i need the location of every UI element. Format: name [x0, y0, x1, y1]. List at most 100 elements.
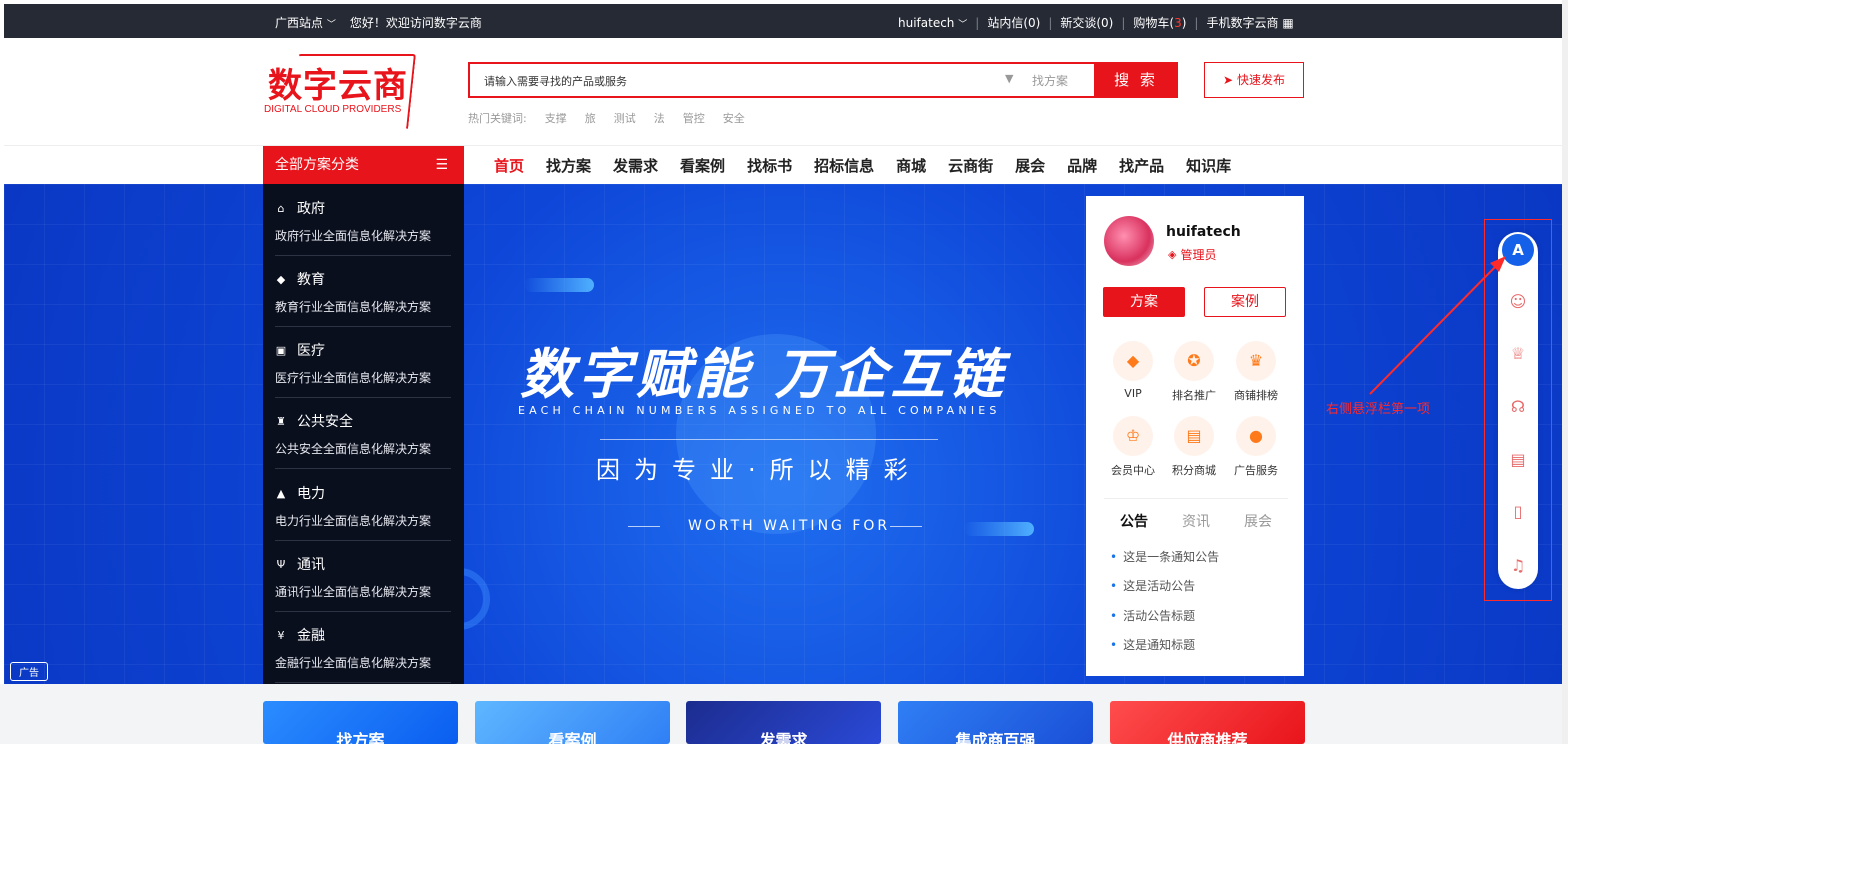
headset-icon[interactable]: ☊	[1502, 391, 1534, 423]
police-icon: ♜	[276, 414, 286, 428]
cases-tab-button[interactable]: 案例	[1204, 287, 1286, 317]
bullet-icon: •	[1110, 609, 1118, 623]
category-item[interactable]: ♜ 公共安全 公共安全全面信息化解决方案	[275, 397, 451, 469]
search-button[interactable]: 搜 索	[1094, 62, 1178, 98]
phone-icon[interactable]: ▯	[1502, 496, 1534, 528]
logo-icon[interactable]: A	[1502, 234, 1534, 266]
category-item[interactable]: Ψ 通讯 通讯行业全面信息化解决方案	[275, 540, 451, 612]
solutions-tab-button[interactable]: 方案	[1103, 287, 1185, 317]
feature-member-center[interactable]: ♔ 会员中心	[1103, 416, 1163, 478]
user-icon[interactable]: ☺	[1502, 286, 1534, 318]
nav-products[interactable]: 找产品	[1119, 155, 1164, 176]
user-menu[interactable]: huifatech ﹀	[898, 16, 967, 30]
plus-crown-icon[interactable]: ♕	[1502, 338, 1534, 370]
nav-post-demand[interactable]: 发需求	[613, 155, 658, 176]
banner-slogan-en: EACH CHAIN NUMBERS ASSIGNED TO ALL COMPA…	[518, 404, 1001, 417]
nav-tenders[interactable]: 找标书	[747, 155, 792, 176]
nav-expo[interactable]: 展会	[1015, 155, 1045, 176]
chevron-down-icon[interactable]: ▼	[1005, 72, 1013, 85]
banner-divider	[628, 526, 660, 527]
hot-keyword[interactable]: 管控	[683, 110, 705, 126]
feature-vip[interactable]: ◆ VIP	[1103, 341, 1163, 400]
notice-item[interactable]: • 活动公告标题	[1110, 607, 1195, 624]
hot-label: 热门关键词:	[468, 112, 527, 125]
user-card: huifatech ◈ 管理员 方案 案例 ◆ VIP ✪ 排名推广 ♛ 商铺排榜…	[1086, 196, 1304, 676]
nav-mall[interactable]: 商城	[896, 155, 926, 176]
hero-banner[interactable]: 数字赋能 万企互链 EACH CHAIN NUMBERS ASSIGNED TO…	[4, 184, 1564, 684]
diamond-icon: ◆	[1113, 341, 1153, 381]
notice-item[interactable]: • 这是通知标题	[1110, 636, 1195, 653]
site-logo[interactable]: 数字云商 DIGITAL CLOUD PROVIDERS	[264, 54, 416, 132]
banner-subslogan: 因为专业·所以精彩	[596, 456, 922, 484]
tab-expo[interactable]: 展会	[1244, 511, 1272, 530]
hot-keywords: 热门关键词: 支撑 旅 测试 法 管控 安全	[468, 110, 745, 126]
nav-brand[interactable]: 品牌	[1067, 155, 1097, 176]
top-bar: 广西站点 ﹀ 您好！欢迎访问数字云商 huifatech ﹀ | 站内信(0) …	[4, 4, 1564, 38]
avatar[interactable]	[1104, 216, 1154, 266]
role-badge: ◈ 管理员	[1168, 246, 1216, 263]
talks-link[interactable]: 新交谈(0)	[1060, 14, 1113, 31]
category-item[interactable]: ¥ 金融 金融行业全面信息化解决方案	[275, 611, 451, 683]
nav-home[interactable]: 首页	[494, 155, 524, 176]
messages-link[interactable]: 站内信(0)	[987, 14, 1040, 31]
warning-icon: ▲	[276, 486, 286, 500]
category-title: ¥ 金融	[275, 625, 326, 645]
feature-shop-ranking[interactable]: ♛ 商铺排榜	[1226, 341, 1286, 403]
hot-keyword[interactable]: 法	[654, 110, 665, 126]
feature-rank-promo[interactable]: ✪ 排名推广	[1164, 341, 1224, 403]
notice-item[interactable]: • 这是一条通知公告	[1110, 548, 1219, 565]
card-post-demand[interactable]: 发需求	[686, 701, 881, 744]
nav-find-solution[interactable]: 找方案	[546, 155, 591, 176]
nav-bid-info[interactable]: 招标信息	[814, 155, 874, 176]
nav-knowledge[interactable]: 知识库	[1186, 155, 1231, 176]
bell-icon[interactable]: ♫	[1502, 550, 1534, 582]
station-selector[interactable]: 广西站点 ﹀	[275, 14, 336, 31]
tab-news[interactable]: 资讯	[1182, 511, 1210, 530]
category-item[interactable]: ⌂ 政府 政府行业全面信息化解决方案	[275, 184, 451, 256]
chevron-down-icon: ﹀	[326, 20, 336, 30]
ad-icon: ●	[1236, 416, 1276, 456]
card-cases[interactable]: 看案例	[475, 701, 670, 744]
search-input[interactable]: 请输入需要寻找的产品或服务	[484, 73, 627, 89]
mobile-link[interactable]: 手机数字云商 ▦	[1206, 14, 1293, 31]
all-categories-button[interactable]: 全部方案分类 ☰	[263, 146, 464, 184]
cart-link[interactable]: 购物车(3)	[1133, 14, 1186, 31]
banner-worth: WORTH WAITING FOR	[688, 518, 891, 534]
category-item[interactable]: ▣ 医疗 医疗行业全面信息化解决方案	[275, 326, 451, 398]
feature-ad-service[interactable]: ● 广告服务	[1226, 416, 1286, 478]
trophy-icon: ♛	[1236, 341, 1276, 381]
quick-publish-button[interactable]: ➤ 快速发布	[1204, 62, 1304, 98]
divider: |	[1194, 15, 1199, 30]
bullet-icon: •	[1110, 550, 1118, 564]
notice-item[interactable]: • 这是活动公告	[1110, 577, 1195, 594]
category-title: ▣ 医疗	[275, 340, 325, 360]
hot-keyword[interactable]: 旅	[585, 110, 596, 126]
scrollbar[interactable]	[1562, 0, 1568, 744]
category-item[interactable]: ◆ 教育 教育行业全面信息化解决方案	[275, 255, 451, 327]
quick-publish-label: 快速发布	[1236, 73, 1285, 87]
nav-cloud-street[interactable]: 云商街	[948, 155, 993, 176]
hot-keyword[interactable]: 支撑	[545, 110, 567, 126]
card-find-solution[interactable]: 找方案	[263, 701, 458, 744]
feature-points-mall[interactable]: ▤ 积分商城	[1164, 416, 1224, 478]
category-title: ▲ 电力	[275, 483, 325, 503]
nav-cases[interactable]: 看案例	[680, 155, 725, 176]
bullet-icon: •	[1110, 579, 1118, 593]
card-supplier[interactable]: 供应商推荐	[1110, 701, 1305, 744]
card-top100[interactable]: 集成商百强	[898, 701, 1093, 744]
category-item[interactable]: ▲ 电力 电力行业全面信息化解决方案	[275, 469, 451, 541]
tab-notice[interactable]: 公告	[1120, 511, 1148, 530]
category-title: ◆ 教育	[275, 269, 325, 289]
banner-pill	[964, 522, 1034, 536]
document-icon[interactable]: ▤	[1502, 444, 1534, 476]
bullet-icon: •	[1110, 638, 1118, 652]
feature-label: 商铺排榜	[1234, 389, 1278, 402]
logo-text: 数字云商	[268, 66, 408, 106]
search-scope[interactable]: 找方案	[1032, 72, 1068, 89]
role-label: 管理员	[1180, 248, 1217, 262]
hot-keyword[interactable]: 测试	[614, 110, 636, 126]
welcome-text: 您好！欢迎访问数字云商	[349, 16, 482, 30]
feature-label: 会员中心	[1111, 464, 1155, 477]
category-label: 通讯	[297, 557, 325, 573]
hot-keyword[interactable]: 安全	[723, 110, 745, 126]
